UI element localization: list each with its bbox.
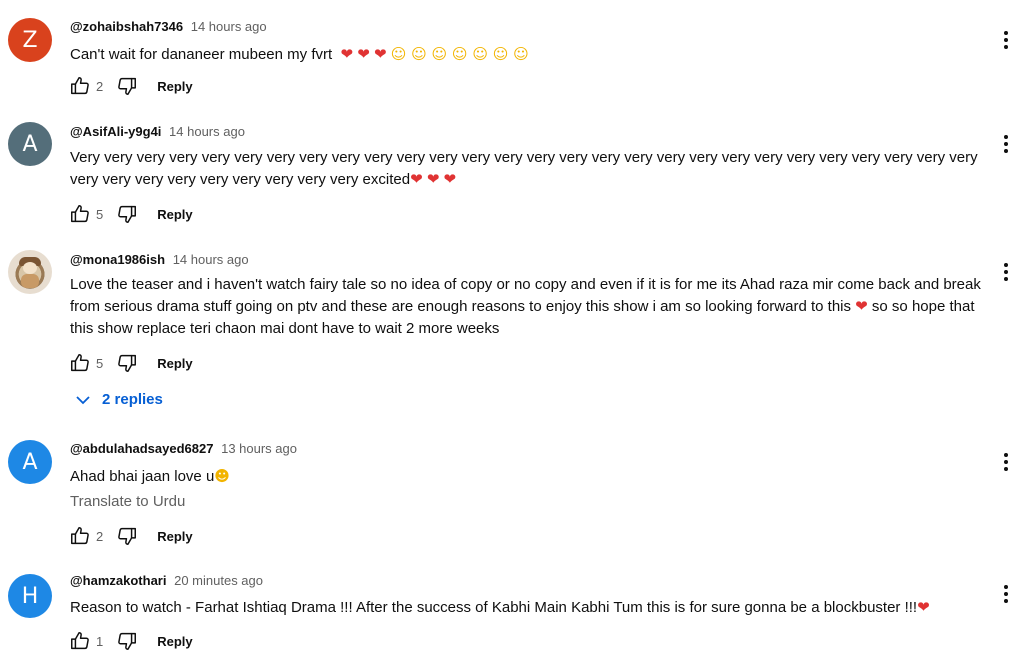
- dislike-button[interactable]: [115, 524, 139, 548]
- author-handle[interactable]: @zohaibshah7346: [70, 19, 183, 34]
- reply-button[interactable]: Reply: [157, 79, 192, 94]
- like-button[interactable]: [68, 202, 92, 226]
- reply-button[interactable]: Reply: [157, 207, 192, 222]
- like-button[interactable]: [68, 629, 92, 653]
- heart-emoji: ❤ ❤ ❤: [336, 46, 387, 63]
- more-vert-icon: [1004, 263, 1008, 281]
- comment-text: Ahad bhai jaan love u☻: [70, 467, 230, 485]
- thumb-down-icon: [118, 77, 137, 95]
- reply-button[interactable]: Reply: [157, 634, 192, 649]
- comment-header: @AsifAli-y9g4i 14 hours ago: [70, 124, 245, 139]
- thumb-down-icon: [118, 205, 137, 223]
- comment-text: Can't wait for dananeer mubeen my fvrt ❤…: [70, 45, 529, 63]
- avatar[interactable]: A: [8, 122, 52, 166]
- more-vert-icon: [1004, 585, 1008, 603]
- more-actions-button[interactable]: [996, 132, 1016, 156]
- like-count: 5: [96, 355, 104, 371]
- comment-time[interactable]: 14 hours ago: [173, 252, 249, 267]
- more-vert-icon: [1004, 453, 1008, 471]
- like-count: 2: [96, 78, 104, 94]
- thumb-down-icon: [118, 527, 137, 545]
- comment-text: Very very very very very very very very …: [70, 149, 978, 188]
- author-handle[interactable]: @AsifAli-y9g4i: [70, 124, 161, 139]
- more-vert-icon: [1004, 31, 1008, 49]
- author-handle[interactable]: @mona1986ish: [70, 252, 165, 267]
- reply-button[interactable]: Reply: [157, 529, 192, 544]
- thumb-down-icon: [118, 354, 137, 372]
- comment-text: Love the teaser and i haven't watch fair…: [70, 276, 981, 337]
- comment-actions: 5 Reply: [68, 202, 193, 226]
- comment-header: @abdulahadsayed6827 13 hours ago: [70, 441, 297, 456]
- thumb-up-icon: [71, 527, 89, 545]
- avatar[interactable]: A: [8, 440, 52, 484]
- like-button[interactable]: [68, 524, 92, 548]
- comment-header: @mona1986ish 14 hours ago: [70, 252, 249, 267]
- heart-emoji: ❤: [917, 599, 930, 616]
- heart-emoji: ❤ ❤ ❤: [410, 171, 457, 188]
- avatar[interactable]: [8, 250, 52, 294]
- author-handle[interactable]: @abdulahadsayed6827: [70, 441, 213, 456]
- thumb-up-icon: [71, 205, 89, 223]
- comment-header: @zohaibshah7346 14 hours ago: [70, 19, 267, 34]
- like-button[interactable]: [68, 351, 92, 375]
- thumb-up-icon: [71, 77, 89, 95]
- like-count: 1: [96, 633, 104, 649]
- translate-link[interactable]: Translate to Urdu: [70, 493, 185, 510]
- more-actions-button[interactable]: [996, 28, 1016, 52]
- comment-time[interactable]: 14 hours ago: [191, 19, 267, 34]
- dislike-button[interactable]: [115, 629, 139, 653]
- reply-button[interactable]: Reply: [157, 356, 192, 371]
- comment-actions: 2 Reply: [68, 524, 193, 548]
- comment-actions: 5 Reply: [68, 351, 193, 375]
- comment-time[interactable]: 20 minutes ago: [174, 573, 263, 588]
- more-actions-button[interactable]: [996, 260, 1016, 284]
- comment-header: @hamzakothari 20 minutes ago: [70, 573, 263, 588]
- thumb-up-icon: [71, 632, 89, 650]
- dislike-button[interactable]: [115, 74, 139, 98]
- like-count: 5: [96, 206, 104, 222]
- view-replies-button[interactable]: 2 replies: [76, 391, 163, 408]
- comment-text: Reason to watch - Farhat Ishtiaq Drama !…: [70, 599, 930, 616]
- like-button[interactable]: [68, 74, 92, 98]
- comment-actions: 1 Reply: [68, 629, 193, 653]
- thumb-up-icon: [71, 354, 89, 372]
- comment-time[interactable]: 13 hours ago: [221, 441, 297, 456]
- thumb-down-icon: [118, 632, 137, 650]
- avatar-image-detail: [23, 262, 37, 274]
- smile-emoji: ☺ ☺ ☺ ☺ ☺ ☺ ☺: [390, 45, 529, 63]
- author-handle[interactable]: @hamzakothari: [70, 573, 166, 588]
- dislike-button[interactable]: [115, 351, 139, 375]
- avatar[interactable]: Z: [8, 18, 52, 62]
- heart-emoji: ❤: [855, 298, 868, 315]
- comment-actions: 2 Reply: [68, 74, 193, 98]
- more-actions-button[interactable]: [996, 582, 1016, 606]
- like-count: 2: [96, 528, 104, 544]
- chevron-down-icon: [76, 395, 90, 404]
- more-vert-icon: [1004, 135, 1008, 153]
- avatar-image-detail: [21, 274, 39, 288]
- more-actions-button[interactable]: [996, 450, 1016, 474]
- heart-eyes-emoji: ☻: [214, 467, 230, 485]
- avatar[interactable]: H: [8, 574, 52, 618]
- dislike-button[interactable]: [115, 202, 139, 226]
- comment-time[interactable]: 14 hours ago: [169, 124, 245, 139]
